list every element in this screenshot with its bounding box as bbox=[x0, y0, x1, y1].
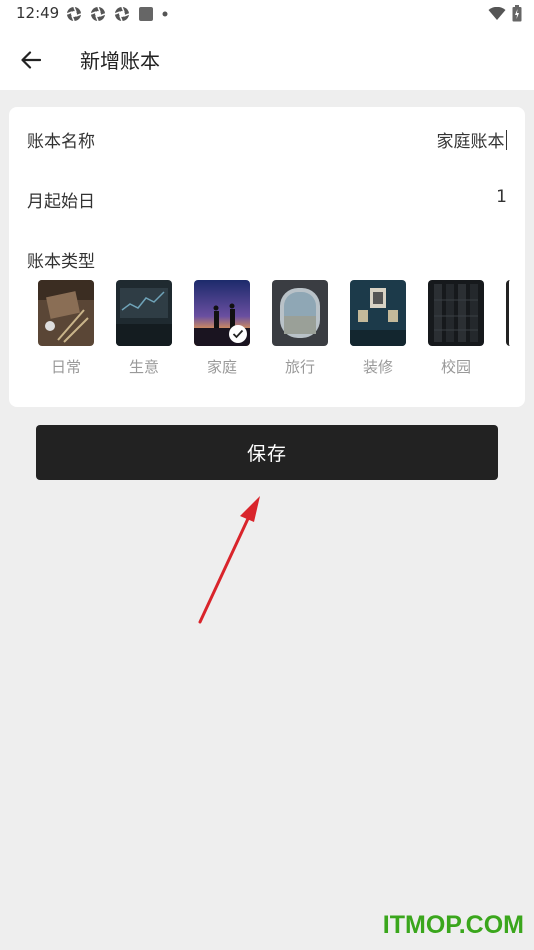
book-type-item-daily[interactable]: 日常 bbox=[38, 280, 94, 377]
wifi-icon bbox=[488, 6, 506, 20]
book-type-item-campus[interactable]: 校园 bbox=[428, 280, 484, 377]
book-type-label-text: 旅行 bbox=[284, 358, 315, 376]
aperture-icon bbox=[66, 6, 82, 22]
aperture-icon bbox=[90, 6, 106, 22]
status-notification-icons bbox=[66, 6, 168, 22]
aperture-icon bbox=[114, 6, 130, 22]
book-type-thumbnail bbox=[38, 280, 94, 346]
book-type-label-text: 日常 bbox=[50, 358, 81, 376]
arrow-left-icon bbox=[21, 51, 41, 69]
app-bar: 新增账本 bbox=[0, 28, 534, 90]
save-button[interactable]: 保存 bbox=[36, 425, 498, 480]
book-type-thumbnail bbox=[506, 280, 525, 346]
book-type-label-text: 装修 bbox=[362, 358, 393, 376]
book-name-input[interactable]: 家庭账本 bbox=[436, 127, 507, 152]
start-day-value[interactable]: 1 bbox=[496, 187, 507, 207]
dot-icon bbox=[162, 11, 168, 17]
status-time: 12:49 bbox=[16, 4, 60, 22]
selected-check-badge bbox=[229, 325, 247, 343]
text-cursor bbox=[505, 130, 507, 150]
book-type-label-text: 家庭 bbox=[206, 358, 237, 376]
check-icon bbox=[232, 329, 244, 339]
book-type-list[interactable]: 日常 生意 家庭 旅行 装修 校园 bbox=[9, 280, 525, 390]
book-type-item-travel[interactable]: 旅行 bbox=[272, 280, 328, 377]
page-title: 新增账本 bbox=[80, 49, 160, 73]
book-type-thumbnail bbox=[428, 280, 484, 346]
book-form-card: 账本名称 家庭账本 月起始日 1 账本类型 日常 生意 家庭 旅行 装修 校园 bbox=[9, 107, 525, 407]
book-name-value: 家庭账本 bbox=[436, 132, 505, 152]
book-type-label: 账本类型 bbox=[27, 252, 95, 272]
book-type-label-text: 校园 bbox=[440, 358, 471, 376]
status-system-icons bbox=[488, 5, 522, 22]
book-type-item-partial[interactable] bbox=[506, 280, 525, 346]
square-app-icon bbox=[139, 7, 153, 21]
book-name-label: 账本名称 bbox=[27, 132, 95, 152]
annotation-arrow bbox=[198, 496, 260, 624]
book-type-thumbnail bbox=[194, 280, 250, 346]
book-type-label-text: 生意 bbox=[128, 358, 159, 376]
book-type-thumbnail bbox=[350, 280, 406, 346]
status-bar: 12:49 bbox=[0, 0, 534, 28]
book-type-item-business[interactable]: 生意 bbox=[116, 280, 172, 377]
book-type-thumbnail bbox=[116, 280, 172, 346]
book-type-item-decoration[interactable]: 装修 bbox=[350, 280, 406, 377]
book-type-item-family[interactable]: 家庭 bbox=[194, 280, 250, 377]
start-day-label: 月起始日 bbox=[27, 192, 95, 212]
back-button[interactable] bbox=[14, 43, 48, 77]
book-type-thumbnail bbox=[272, 280, 328, 346]
watermark-logo: ITMOP.COM bbox=[382, 911, 524, 939]
battery-icon bbox=[512, 5, 522, 22]
